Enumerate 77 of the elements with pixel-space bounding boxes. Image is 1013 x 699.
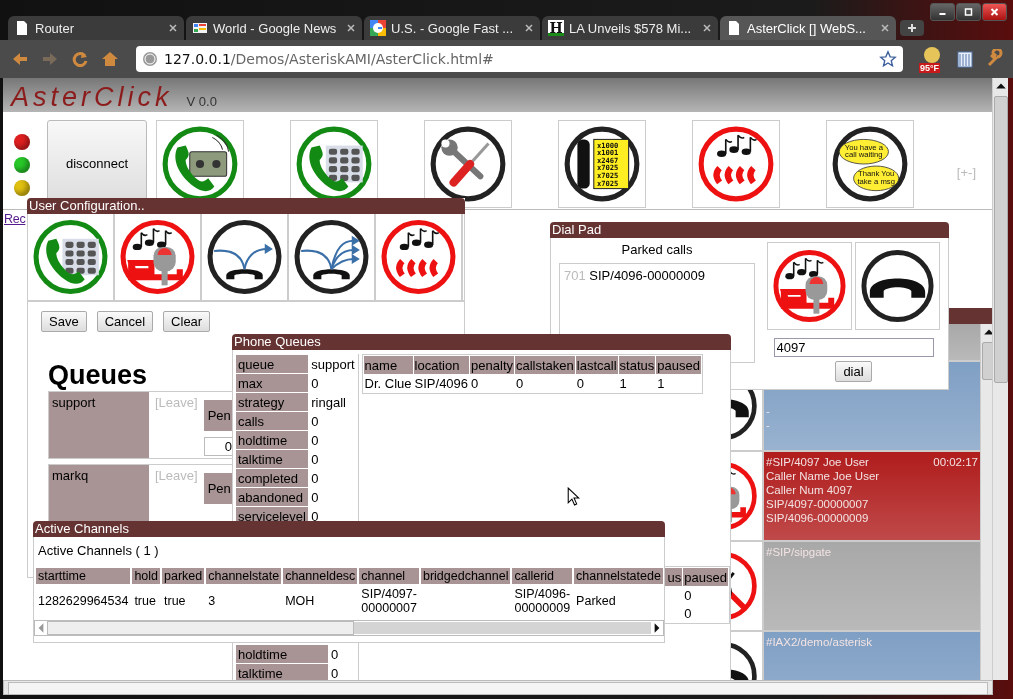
table-cell: SIP/4097-00000007 [361,587,417,615]
dialog-title: Dial Pad [550,222,949,238]
table-cell: 0 [684,588,692,603]
table-cell: SIP/4096-00000009 [514,587,571,615]
field-label: queue [236,355,309,373]
channel-name: #SIP/4097 Joe User [766,455,869,469]
channel-detail: #IAX2/demo/asterisk [766,635,874,649]
column-header: channeldesc [283,568,358,584]
channel-detail: - [766,404,771,418]
channel-detail: SIP/4096-00000009 [766,511,870,525]
parking-slot: 701 [564,268,586,283]
column-header: starttime [36,568,131,584]
dialog-title: Phone Queues [232,334,731,350]
field-label: calls [236,412,309,430]
column-header: status [618,356,656,374]
column-header: parked [162,568,205,584]
field-label: max [236,374,309,392]
table-cell: 0 [516,376,524,391]
channel-detail: #SIP/sipgate [766,545,833,559]
app-title: AsterClick [11,82,173,113]
field-label: strategy [236,393,309,411]
column-header: paused [656,356,701,374]
field-value: 0 [310,412,320,430]
table-cell: 0 [684,606,692,621]
field-label: abandoned [236,488,309,506]
channel-count: Active Channels ( 1 ) [37,542,160,560]
table-cell: Dr. Clue [364,376,412,391]
field-value: 0 [310,469,320,487]
column-header: name [363,356,413,374]
dialog-title: Active Channels [33,521,665,537]
column-header: penalty [470,356,514,374]
queue-name: support [49,392,149,458]
section-heading: Queues [48,360,148,391]
site-icon: H [548,20,564,36]
version-label: V 0.0 [186,94,217,109]
field-value: support [310,355,356,373]
table-cell: SIP/4096 [414,376,469,391]
field-label: talktime [236,664,328,680]
column-header: paused [683,568,728,586]
field-label: holdtime [236,431,309,449]
call-duration: 00:02:17 [933,455,978,469]
table-cell: true [164,594,186,608]
column-header: location [413,356,470,374]
column-header: hold [132,568,160,584]
table-cell: 0 [576,376,585,391]
table-cell: 1 [619,376,627,391]
dialog-title: User Configuration.. [27,198,465,214]
column-header: callstaken [515,356,575,374]
list-heading: Parked calls [620,242,694,257]
column-header: channelstate [206,568,282,584]
channel-detail: - [766,418,771,432]
field-value: ringall [310,393,347,411]
field-value: 0 [330,664,340,680]
channel-detail: SIP/4097-00000007 [766,497,870,511]
table-cell: MOH [285,594,315,608]
table-cell: 1282629964534 [38,594,129,608]
table-cell: 1 [657,376,665,391]
field-label: completed [236,469,309,487]
field-value: 0 [310,488,320,506]
field-value: 0 [310,450,320,468]
table-cell: Parked [576,594,616,608]
column-header: channel [359,568,419,584]
column-header: callerid [512,568,573,584]
table-cell: 3 [208,594,216,608]
field-value: 0 [310,431,320,449]
field-label: holdtime [236,645,328,663]
channel-detail: Caller Num 4097 [766,483,854,497]
channel-detail: Caller Name Joe User [766,469,881,483]
field-label: talktime [236,450,309,468]
temperature-badge: 95°F [919,63,941,73]
column-header: channelstatede [574,568,663,584]
column-header: lastcall [575,356,618,374]
table-cell: 0 [471,376,479,391]
column-header: bridgedchannel [420,568,511,584]
table-cell: true [134,594,156,608]
field-value: 0 [330,645,340,663]
field-value: 0 [310,374,320,392]
